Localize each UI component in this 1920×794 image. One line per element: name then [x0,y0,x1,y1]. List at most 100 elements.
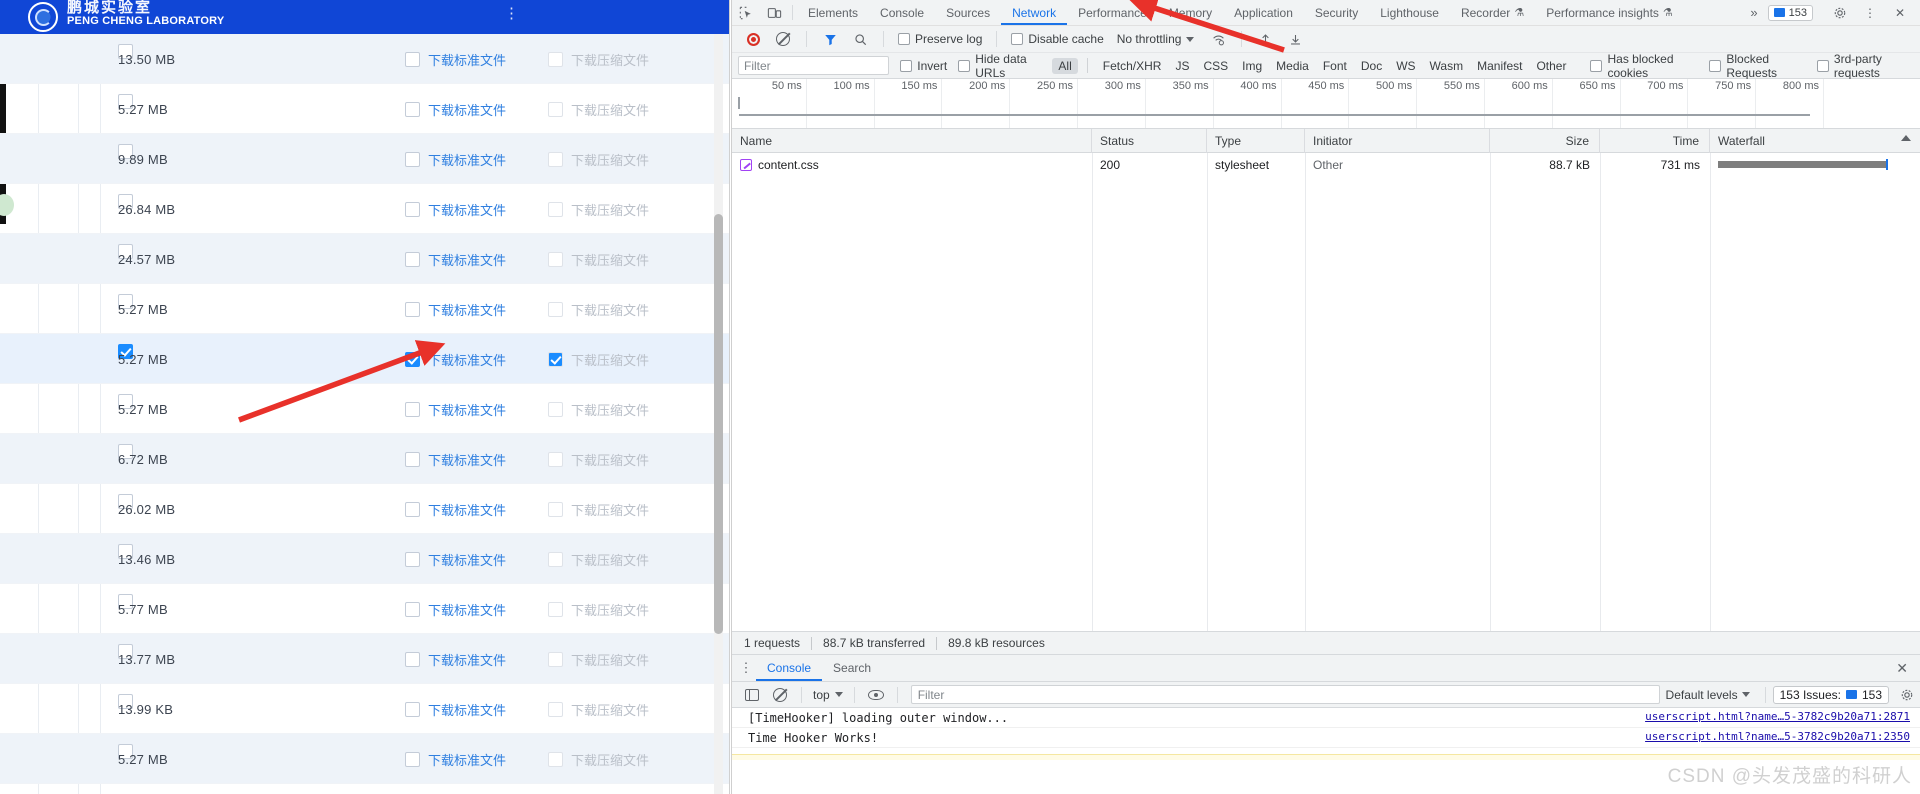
more-tabs-icon[interactable]: » [1742,5,1765,20]
resource-type-all[interactable]: All [1052,57,1078,74]
devtools-tab-performance-insights[interactable]: Performance insights ⚗ [1535,0,1684,25]
download-compressed-option[interactable]: 下载压缩文件 [548,600,649,619]
devtools-tab-sources[interactable]: Sources [935,0,1001,25]
import-har-icon[interactable] [1251,33,1279,46]
file-row[interactable]: 5.27 MB 下载标准文件 下载压缩文件 [0,734,729,784]
resource-type-css[interactable]: CSS [1197,58,1234,74]
resource-type-ws[interactable]: WS [1390,58,1421,74]
resource-type-wasm[interactable]: Wasm [1424,58,1470,74]
resource-type-media[interactable]: Media [1270,58,1315,74]
invert-checkbox[interactable]: Invert [900,59,947,73]
gear-icon[interactable] [1899,687,1914,702]
export-har-icon[interactable] [1281,33,1309,46]
download-standard-option[interactable]: 下载标准文件 [405,600,506,619]
file-row[interactable]: 13.77 MB 下载标准文件 下载压缩文件 [0,634,729,684]
download-compressed-option[interactable]: 下载压缩文件 [548,150,649,169]
column-header-size[interactable]: Size [1490,128,1600,153]
file-row[interactable]: 13.99 KB 下载标准文件 下载压缩文件 [0,684,729,734]
preserve-log-checkbox[interactable]: Preserve log [893,32,987,46]
download-compressed-option[interactable]: 下载压缩文件 [548,550,649,569]
devtools-tab-elements[interactable]: Elements [797,0,869,25]
download-standard-option[interactable]: 下载标准文件 [405,550,506,569]
file-row[interactable]: 5.27 MB 下载标准文件 下载压缩文件 [0,384,729,434]
resource-type-other[interactable]: Other [1530,58,1572,74]
file-row[interactable]: 5.27 MB 下载标准文件 下载压缩文件 [0,334,729,384]
download-compressed-option[interactable]: 下载压缩文件 [548,350,649,369]
disable-cache-checkbox[interactable]: Disable cache [1006,32,1108,46]
console-issues-badge[interactable]: 153 Issues: 153 [1772,685,1889,704]
download-compressed-option[interactable]: 下载压缩文件 [548,450,649,469]
funnel-icon[interactable] [816,33,844,46]
resource-type-manifest[interactable]: Manifest [1471,58,1528,74]
column-header-name[interactable]: Name [732,128,1092,153]
clear-console-icon[interactable] [766,687,794,702]
devtools-tab-performance[interactable]: Performance [1067,0,1158,25]
console-sidebar-icon[interactable] [738,688,766,701]
download-compressed-option[interactable]: 下载压缩文件 [548,700,649,719]
download-standard-option[interactable]: 下载标准文件 [405,300,506,319]
file-row[interactable]: 24.57 MB 下载标准文件 下载压缩文件 [0,234,729,284]
download-standard-option[interactable]: 下载标准文件 [405,500,506,519]
download-standard-option[interactable]: 下载标准文件 [405,450,506,469]
download-compressed-option[interactable]: 下载压缩文件 [548,200,649,219]
download-compressed-option[interactable]: 下载压缩文件 [548,250,649,269]
download-compressed-option[interactable]: 下载压缩文件 [548,100,649,119]
search-icon[interactable] [846,33,874,46]
record-stop-icon[interactable] [739,32,767,46]
network-conditions-icon[interactable] [1204,33,1232,46]
resource-type-font[interactable]: Font [1317,58,1353,74]
page-scrollbar-thumb[interactable] [714,214,723,634]
download-standard-option[interactable]: 下载标准文件 [405,650,506,669]
network-overview-timeline[interactable]: 50 ms 100 ms 150 ms 200 ms 250 ms 300 ms 350 m… [732,79,1920,129]
download-standard-option[interactable]: 下载标准文件 [405,250,506,269]
download-standard-option[interactable]: 下载标准文件 [405,350,506,369]
third-party-requests-checkbox[interactable]: 3rd-party requests [1816,52,1914,80]
inspect-element-icon[interactable] [732,0,760,25]
console-levels-dropdown[interactable]: Default levels [1666,688,1758,702]
devtools-tab-recorder[interactable]: Recorder ⚗ [1450,0,1535,25]
kebab-menu-icon[interactable]: ⋮ [1856,6,1884,20]
download-standard-option[interactable]: 下载标准文件 [405,200,506,219]
file-row[interactable]: 26.02 MB 下载标准文件 下载压缩文件 [0,484,729,534]
file-row[interactable]: 26.84 MB 下载标准文件 下载压缩文件 [0,184,729,234]
console-filter-input[interactable]: Filter [910,685,1660,704]
blocked-requests-checkbox[interactable]: Blocked Requests [1709,52,1806,80]
resource-type-js[interactable]: JS [1169,58,1195,74]
devtools-tab-security[interactable]: Security [1304,0,1369,25]
devtools-tab-console[interactable]: Console [869,0,935,25]
close-icon[interactable]: ✕ [1886,6,1914,20]
download-compressed-option[interactable]: 下载压缩文件 [548,50,649,69]
file-row[interactable]: 13.46 MB 下载标准文件 下载压缩文件 [0,534,729,584]
has-blocked-cookies-checkbox[interactable]: Has blocked cookies [1590,52,1698,80]
column-header-type[interactable]: Type [1207,128,1305,153]
console-context-selector[interactable]: top [809,688,847,702]
resource-type-fetch-xhr[interactable]: Fetch/XHR [1097,58,1168,74]
file-row[interactable]: 9.89 MB 下载标准文件 下载压缩文件 [0,134,729,184]
column-header-waterfall[interactable]: Waterfall [1710,129,1920,153]
drawer-menu-icon[interactable]: ⋮ [736,655,756,681]
download-compressed-option[interactable]: 下载压缩文件 [548,400,649,419]
issues-counter-badge[interactable]: 153 [1767,4,1813,21]
download-standard-option[interactable]: 下载标准文件 [405,400,506,419]
console-message-source[interactable]: userscript.html?name…5-3782c9b20a71:2871 [1645,710,1910,723]
download-compressed-option[interactable]: 下载压缩文件 [548,300,649,319]
download-compressed-option[interactable]: 下载压缩文件 [548,650,649,669]
header-right-icons[interactable]: ⋮ [504,4,519,22]
file-row[interactable]: 13.50 MB 下载标准文件 下载压缩文件 [0,34,729,84]
file-row[interactable]: 5.27 MB 下载标准文件 下载压缩文件 [0,84,729,134]
file-row[interactable]: 5.77 MB 下载标准文件 下载压缩文件 [0,584,729,634]
download-standard-option[interactable]: 下载标准文件 [405,700,506,719]
network-filter-input[interactable]: Filter [738,56,890,75]
throttling-dropdown[interactable]: No throttling [1111,32,1195,46]
download-compressed-option[interactable]: 下载压缩文件 [548,500,649,519]
drawer-tab-console[interactable]: Console [756,655,822,681]
devtools-tab-memory[interactable]: Memory [1158,0,1223,25]
download-compressed-option[interactable]: 下载压缩文件 [548,750,649,769]
download-standard-option[interactable]: 下载标准文件 [405,150,506,169]
devtools-tab-application[interactable]: Application [1223,0,1304,25]
clear-icon[interactable] [769,32,797,46]
device-toolbar-icon[interactable] [760,0,788,25]
drawer-tab-search[interactable]: Search [822,655,882,681]
resource-type-img[interactable]: Img [1236,58,1268,74]
file-row[interactable]: 6.72 MB 下载标准文件 下载压缩文件 [0,434,729,484]
